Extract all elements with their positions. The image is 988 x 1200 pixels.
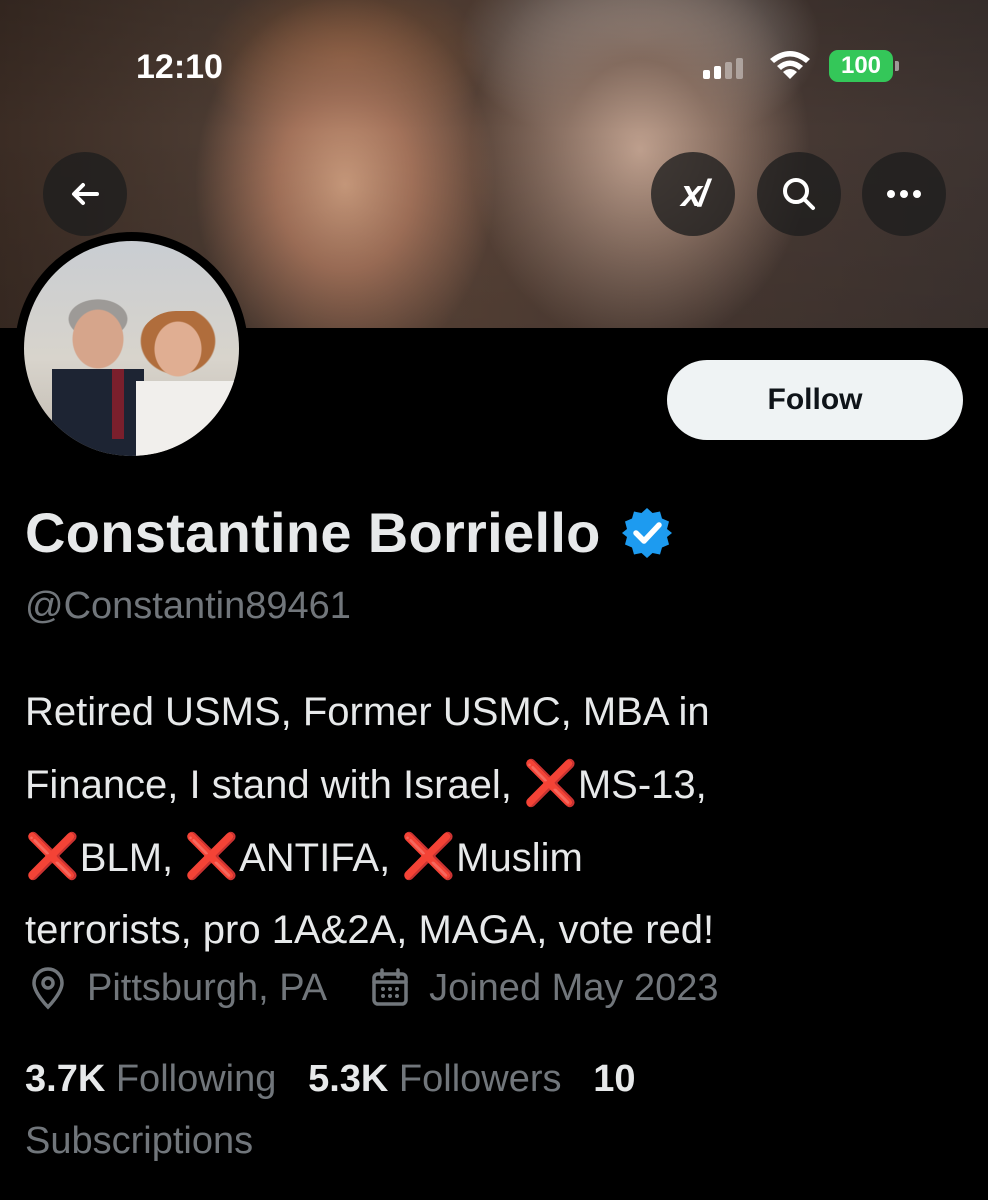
avatar-photo <box>24 241 239 456</box>
following-label: Following <box>115 1058 277 1100</box>
follow-button[interactable]: Follow <box>667 360 963 440</box>
profile-meta: Pittsburgh, PA Joined May 2023 <box>25 965 719 1011</box>
subscriptions-link[interactable]: 10 <box>593 1058 635 1100</box>
handle: @Constantin89461 <box>25 585 351 627</box>
battery-indicator: 100 <box>829 50 899 82</box>
bio: Retired USMS, Former USMC, MBA in Financ… <box>25 676 945 966</box>
status-time: 12:10 <box>136 48 223 86</box>
red-x-icon: ❌ <box>184 832 240 881</box>
wifi-icon <box>768 48 812 87</box>
location: Pittsburgh, PA <box>87 966 328 1009</box>
back-button[interactable] <box>43 152 127 236</box>
following-count: 3.7K <box>25 1058 106 1100</box>
subscriptions-count: 10 <box>593 1058 636 1100</box>
bio-line: terrorists, pro 1A&2A, MAGA, vote red! <box>25 908 715 952</box>
battery-level: 100 <box>840 52 882 79</box>
more-icon <box>887 190 921 198</box>
cellular-signal-icon <box>703 58 743 79</box>
following-link[interactable]: 3.7K Following <box>25 1058 276 1100</box>
grok-icon: x/ <box>681 172 709 215</box>
location-pin-icon <box>32 967 64 1010</box>
avatar[interactable] <box>15 232 248 465</box>
bio-line: Finance, I stand with Israel, ❌MS-13, <box>25 759 707 808</box>
name-row: Constantine Borriello <box>25 500 675 565</box>
search-button[interactable] <box>757 152 841 236</box>
display-name: Constantine Borriello <box>25 501 601 564</box>
red-x-icon: ❌ <box>401 832 457 881</box>
red-x-icon: ❌ <box>25 832 80 881</box>
subscriptions-label[interactable]: Subscriptions <box>25 1120 253 1163</box>
calendar-icon <box>372 968 408 1006</box>
profile-stats: 3.7K Following 5.3K Followers 10 <box>25 1058 635 1101</box>
verified-badge-icon[interactable] <box>619 505 675 561</box>
red-x-icon: ❌ <box>523 759 578 808</box>
bio-line: ❌BLM, ❌ANTIFA, ❌Muslim <box>25 832 583 881</box>
joined-date: Joined May 2023 <box>429 966 719 1009</box>
followers-link[interactable]: 5.3K Followers <box>308 1058 561 1100</box>
followers-label: Followers <box>398 1058 562 1100</box>
back-arrow-icon <box>72 183 99 205</box>
bio-line: Retired USMS, Former USMC, MBA in <box>25 690 710 734</box>
grok-button[interactable]: x/ <box>651 152 735 236</box>
search-icon <box>783 178 815 210</box>
more-button[interactable] <box>862 152 946 236</box>
followers-count: 5.3K <box>308 1058 389 1100</box>
